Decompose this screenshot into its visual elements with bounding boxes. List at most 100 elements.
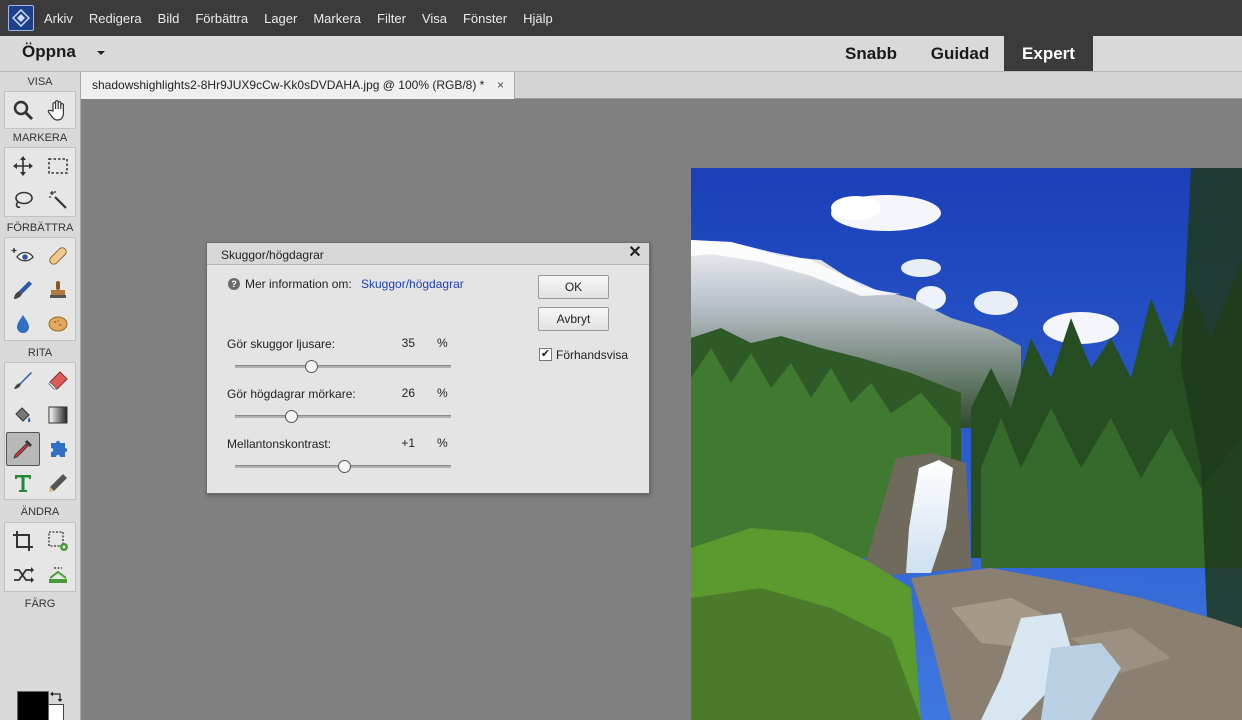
puzzle-icon bbox=[51, 440, 68, 457]
rectangular-marquee-tool[interactable] bbox=[41, 149, 75, 183]
eraser-tool[interactable] bbox=[41, 364, 75, 398]
move-icon bbox=[13, 156, 33, 176]
document-tab[interactable]: shadowshighlights2-8Hr9JUX9cCw-Kk0sDVDAH… bbox=[81, 72, 515, 99]
recompose-icon bbox=[48, 531, 68, 551]
hand-tool[interactable] bbox=[41, 93, 75, 127]
close-icon[interactable]: × bbox=[497, 72, 504, 98]
move-tool[interactable] bbox=[6, 149, 40, 183]
straighten-tool[interactable] bbox=[41, 558, 75, 592]
marquee-icon bbox=[48, 158, 68, 174]
bandage-icon bbox=[49, 247, 67, 265]
swap-colors-icon[interactable] bbox=[50, 691, 64, 703]
tab-snabb[interactable]: Snabb bbox=[832, 36, 910, 71]
lasso-tool[interactable] bbox=[6, 183, 40, 217]
pencil-tool[interactable] bbox=[41, 466, 75, 500]
tool-group-markera bbox=[4, 147, 76, 217]
foreground-color-swatch[interactable] bbox=[17, 691, 49, 720]
custom-shape-tool[interactable] bbox=[41, 432, 75, 466]
menu-lager[interactable]: Lager bbox=[264, 11, 297, 26]
menu-hjalp[interactable]: Hjälp bbox=[523, 11, 553, 26]
tool-group-rita bbox=[4, 362, 76, 500]
shadows-unit: % bbox=[437, 336, 448, 350]
menu-filter[interactable]: Filter bbox=[377, 11, 406, 26]
midtone-contrast-value[interactable]: +1 bbox=[385, 436, 415, 450]
gradient-icon bbox=[48, 406, 68, 424]
highlights-unit: % bbox=[437, 386, 448, 400]
crop-tool[interactable] bbox=[6, 524, 40, 558]
straighten-icon bbox=[49, 567, 67, 583]
menu-markera[interactable]: Markera bbox=[313, 11, 361, 26]
tool-group-forbattra bbox=[4, 237, 76, 341]
stamp-icon bbox=[50, 281, 66, 298]
menu-forbattra[interactable]: Förbättra bbox=[195, 11, 248, 26]
eraser-icon bbox=[48, 371, 68, 390]
dialog-title: Skuggor/högdagrar bbox=[221, 248, 324, 262]
highlights-slider-label: Gör högdagrar mörkare: bbox=[227, 387, 356, 401]
cancel-button[interactable]: Avbryt bbox=[538, 307, 609, 331]
highlights-value[interactable]: 26 bbox=[385, 386, 415, 400]
document-canvas-image[interactable] bbox=[691, 168, 1242, 720]
type-tool[interactable] bbox=[6, 466, 40, 500]
eye-icon bbox=[11, 248, 34, 262]
preview-label[interactable]: Förhandsvisa bbox=[556, 348, 628, 362]
highlights-slider-track[interactable] bbox=[235, 410, 451, 423]
tool-group-andra bbox=[4, 522, 76, 592]
app-logo-icon[interactable] bbox=[8, 5, 34, 31]
tab-guidad[interactable]: Guidad bbox=[918, 36, 1002, 71]
gradient-tool[interactable] bbox=[41, 398, 75, 432]
tab-expert[interactable]: Expert bbox=[1004, 36, 1093, 71]
smart-brush-icon bbox=[14, 281, 32, 299]
lasso-icon bbox=[15, 191, 33, 208]
healing-brush-tool[interactable] bbox=[41, 239, 75, 273]
clone-stamp-tool[interactable] bbox=[41, 273, 75, 307]
content-aware-move-tool[interactable] bbox=[6, 558, 40, 592]
midtone-contrast-unit: % bbox=[437, 436, 448, 450]
menu-bar: Arkiv Redigera Bild Förbättra Lager Mark… bbox=[0, 0, 1242, 36]
midtone-contrast-slider-track[interactable] bbox=[235, 460, 451, 473]
blur-tool[interactable] bbox=[6, 307, 40, 341]
hand-icon bbox=[47, 100, 64, 121]
smart-brush-tool[interactable] bbox=[6, 273, 40, 307]
help-link[interactable]: Skuggor/högdagrar bbox=[361, 277, 464, 291]
menu-redigera[interactable]: Redigera bbox=[89, 11, 142, 26]
menu-visa[interactable]: Visa bbox=[422, 11, 447, 26]
shadows-slider-track[interactable] bbox=[235, 360, 451, 373]
red-eye-tool[interactable] bbox=[6, 239, 40, 273]
sponge-icon bbox=[48, 316, 68, 332]
shuffle-icon bbox=[14, 567, 34, 583]
menu-bild[interactable]: Bild bbox=[158, 11, 180, 26]
toolbox: VISA MARKERA FÖRBÄTTRA RITA ÄNDRA FÄRG bbox=[0, 72, 81, 720]
zoom-tool[interactable] bbox=[6, 93, 40, 127]
menu-fonster[interactable]: Fönster bbox=[463, 11, 507, 26]
eyedropper-tool[interactable] bbox=[6, 432, 40, 466]
midtone-contrast-slider-thumb[interactable] bbox=[338, 460, 352, 473]
shadows-value[interactable]: 35 bbox=[385, 336, 415, 350]
mode-bar: Öppna Snabb Guidad Expert bbox=[0, 36, 1242, 72]
recompose-tool[interactable] bbox=[41, 524, 75, 558]
preview-checkbox[interactable]: ✔ bbox=[539, 348, 552, 361]
close-icon[interactable]: ✕ bbox=[627, 245, 643, 261]
shadows-slider-thumb[interactable] bbox=[304, 360, 318, 373]
section-label-forbattra: FÖRBÄTTRA bbox=[6, 222, 74, 234]
document-tab-bar: shadowshighlights2-8Hr9JUX9cCw-Kk0sDVDAH… bbox=[81, 72, 1242, 99]
paint-bucket-tool[interactable] bbox=[6, 398, 40, 432]
ok-button[interactable]: OK bbox=[538, 275, 609, 299]
tool-group-visa bbox=[4, 91, 76, 129]
document-tab-title: shadowshighlights2-8Hr9JUX9cCw-Kk0sDVDAH… bbox=[92, 78, 485, 92]
chevron-down-icon[interactable] bbox=[96, 48, 106, 58]
dialog-titlebar[interactable]: Skuggor/högdagrar ✕ bbox=[207, 243, 649, 265]
eyedropper-icon bbox=[13, 440, 32, 459]
brush-tool[interactable] bbox=[6, 364, 40, 398]
brush-icon bbox=[14, 372, 32, 389]
quick-selection-tool[interactable] bbox=[41, 183, 75, 217]
shadows-highlights-dialog: Skuggor/högdagrar ✕ ? Mer information om… bbox=[206, 242, 650, 494]
open-button[interactable]: Öppna bbox=[22, 42, 76, 62]
section-label-andra: ÄNDRA bbox=[20, 506, 60, 518]
highlights-slider-thumb[interactable] bbox=[285, 410, 299, 423]
magic-wand-icon bbox=[49, 191, 67, 209]
menu-arkiv[interactable]: Arkiv bbox=[44, 11, 73, 26]
section-label-markera: MARKERA bbox=[12, 132, 68, 144]
type-icon bbox=[15, 475, 31, 492]
sponge-tool[interactable] bbox=[41, 307, 75, 341]
water-drop-icon bbox=[17, 315, 29, 333]
